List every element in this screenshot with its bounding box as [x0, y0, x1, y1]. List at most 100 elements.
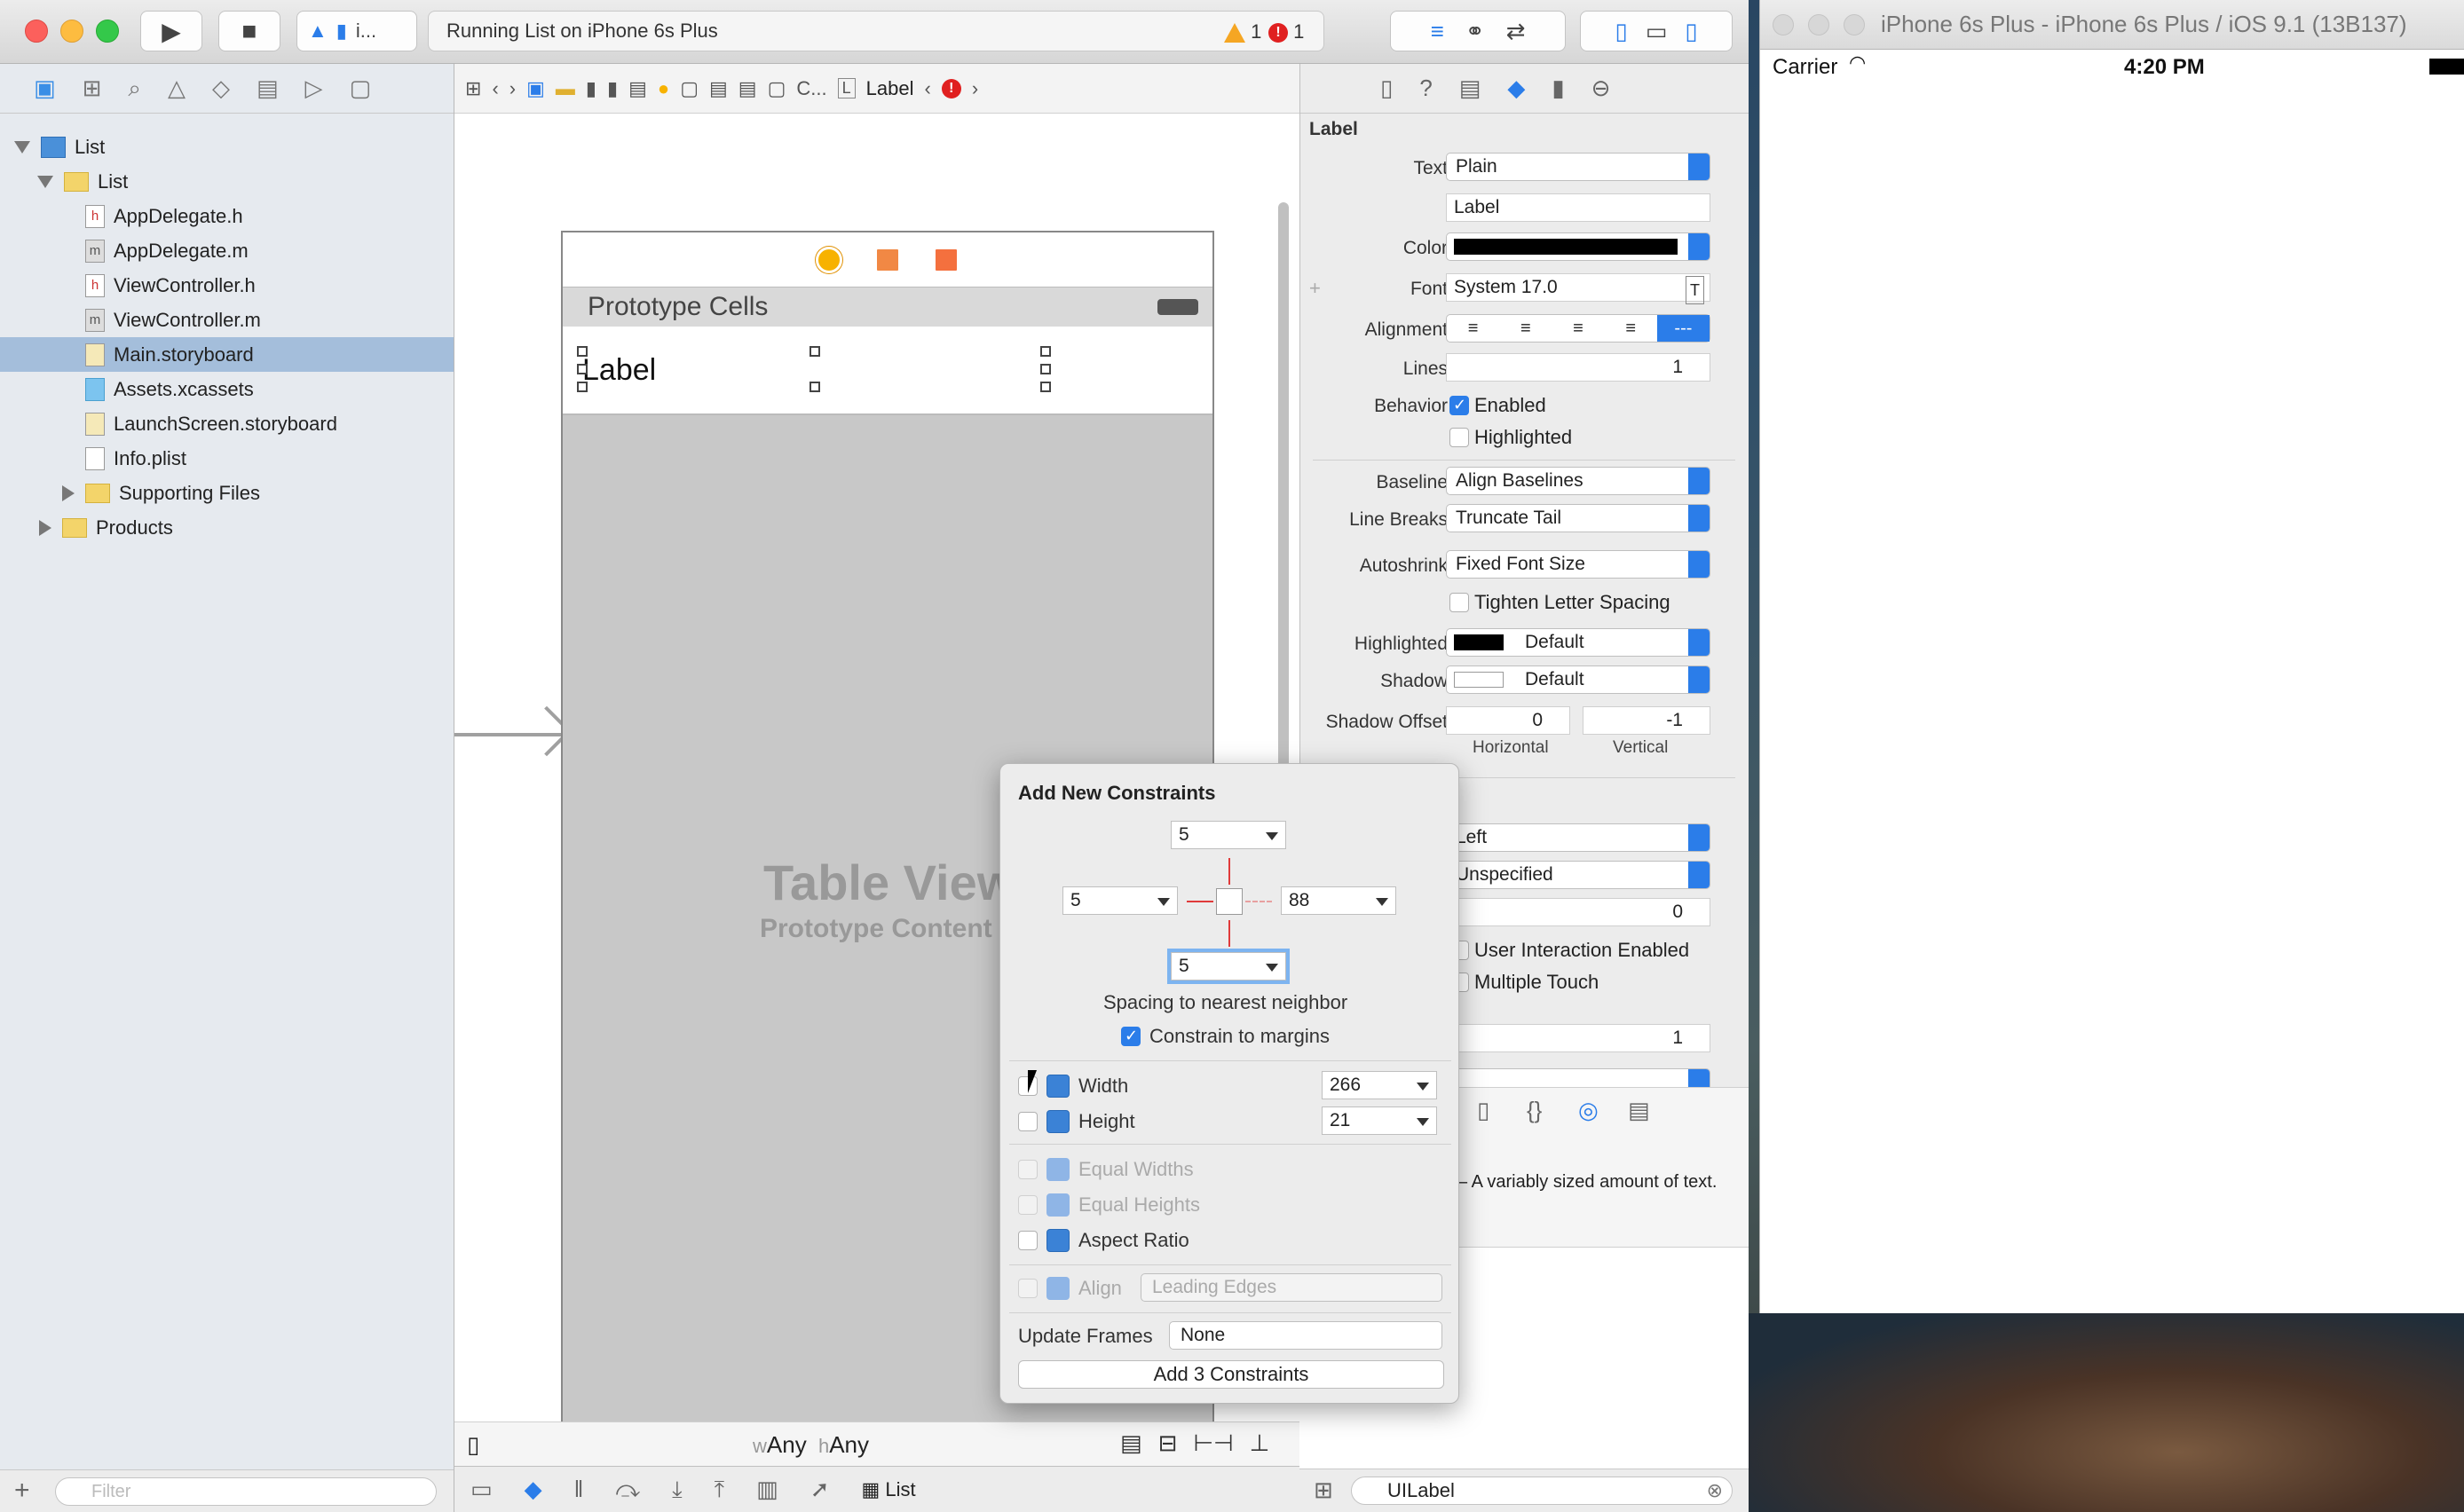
code-snippet-library-icon[interactable]: {}	[1527, 1097, 1542, 1124]
minimize-window-button[interactable]	[1808, 14, 1829, 35]
update-frames-popup[interactable]: None	[1169, 1321, 1442, 1350]
resize-handle[interactable]	[809, 346, 820, 357]
issue-navigator-icon[interactable]: △	[168, 75, 186, 102]
test-navigator-icon[interactable]: ◇	[212, 75, 230, 102]
breakpoints-toggle-icon[interactable]: ◆	[525, 1476, 542, 1503]
height-combo[interactable]: 21	[1322, 1106, 1437, 1135]
library-filter-input[interactable]: UILabel ⊗	[1351, 1477, 1733, 1505]
top-constraint-strut[interactable]	[1228, 858, 1230, 885]
disclosure-closed-icon[interactable]	[39, 519, 51, 536]
align-justify-icon[interactable]: ≡	[1605, 315, 1657, 342]
breadcrumb-view-icon[interactable]: ▤	[709, 77, 728, 100]
resolve-issues-icon[interactable]: ⊥	[1250, 1429, 1270, 1457]
width-combo[interactable]: 266	[1322, 1071, 1437, 1099]
grid-view-icon[interactable]: ⊞	[1314, 1477, 1333, 1504]
previous-issue-icon[interactable]: ‹	[924, 77, 930, 100]
trailing-spacing-combo[interactable]: 88	[1281, 886, 1396, 915]
view-toggle-segment[interactable]: ▯ ▭ ▯	[1580, 11, 1733, 51]
lines-stepper[interactable]: 1	[1446, 353, 1710, 382]
warning-indicator[interactable]: 1	[1224, 20, 1261, 43]
constrain-margins-checkbox[interactable]	[1121, 1027, 1141, 1046]
tighten-letter-spacing-checkbox[interactable]	[1449, 593, 1469, 612]
identity-inspector-icon[interactable]: ▤	[1459, 75, 1481, 102]
maximize-window-button[interactable]	[96, 20, 119, 43]
text-type-popup[interactable]: Plain	[1446, 153, 1710, 181]
breadcrumb-folder-icon[interactable]: ▬	[556, 77, 575, 100]
list-item[interactable]: Info.plist	[0, 441, 454, 476]
forward-arrow-icon[interactable]: ›	[509, 77, 516, 100]
baseline-popup[interactable]: Align Baselines	[1446, 467, 1710, 495]
error-indicator[interactable]: ! 1	[1268, 20, 1304, 43]
step-out-icon[interactable]: ⤒	[715, 1476, 725, 1504]
top-spacing-combo[interactable]: 5	[1171, 821, 1286, 849]
hide-debug-area-icon[interactable]: ▭	[470, 1476, 493, 1503]
height-checkbox[interactable]	[1018, 1112, 1038, 1131]
align-left-icon[interactable]: ≡	[1447, 315, 1499, 342]
shadow-offset-h-field[interactable]: 0	[1446, 706, 1570, 735]
line-breaks-popup[interactable]: Truncate Tail	[1446, 504, 1710, 532]
trailing-constraint-strut[interactable]	[1245, 901, 1272, 902]
stack-icon[interactable]: ▤	[1120, 1429, 1142, 1457]
scheme-selector[interactable]: ▲ ▮ i...	[296, 11, 417, 51]
disclosure-open-icon[interactable]	[14, 140, 30, 154]
resize-handle[interactable]	[809, 382, 820, 392]
list-item[interactable]: h ViewController.h	[0, 268, 454, 303]
disclosure-closed-icon[interactable]	[62, 484, 75, 501]
breadcrumb-label[interactable]: Label	[866, 77, 914, 100]
alpha-stepper[interactable]: 1	[1446, 1024, 1710, 1052]
minimize-window-button[interactable]	[60, 20, 83, 43]
connections-inspector-icon[interactable]: ⊖	[1591, 75, 1611, 102]
stop-button[interactable]: ■	[218, 11, 280, 51]
resize-handle[interactable]	[577, 346, 588, 357]
run-button[interactable]: ▶	[140, 11, 202, 51]
shadow-color-popup[interactable]: Default	[1446, 665, 1710, 694]
close-window-button[interactable]	[25, 20, 48, 43]
add-variation-icon[interactable]: +	[1309, 277, 1321, 300]
font-picker-icon[interactable]: T	[1686, 276, 1704, 304]
clear-search-icon[interactable]: ⊗	[1707, 1477, 1723, 1504]
breadcrumb-project-icon[interactable]: ▣	[526, 77, 545, 100]
file-template-library-icon[interactable]: ▯	[1477, 1097, 1489, 1124]
step-into-icon[interactable]: ⤓	[672, 1476, 683, 1504]
leading-spacing-combo[interactable]: 5	[1062, 886, 1178, 915]
equal-heights-checkbox[interactable]	[1018, 1195, 1038, 1215]
breadcrumb-cell-icon[interactable]: ▢	[768, 77, 786, 100]
attributes-inspector-icon[interactable]: ◆	[1507, 75, 1525, 102]
project-navigator-icon[interactable]: ▣	[34, 75, 56, 102]
assistant-editor-icon[interactable]: ⚭	[1465, 18, 1485, 45]
cell-label[interactable]: Label	[582, 353, 656, 388]
version-editor-icon[interactable]: ⇄	[1506, 18, 1526, 45]
size-inspector-icon[interactable]: ▮	[1552, 75, 1564, 102]
object-library-icon[interactable]: ◎	[1578, 1097, 1599, 1124]
enabled-checkbox[interactable]	[1449, 396, 1469, 415]
highlighted-color-popup[interactable]: Default	[1446, 628, 1710, 657]
alignment-segment[interactable]: ≡ ≡ ≡ ≡ ---	[1446, 314, 1710, 343]
navigator-filter-input[interactable]: Filter	[55, 1477, 437, 1506]
table-view-cell[interactable]: Label	[563, 327, 1212, 415]
toggle-navigator-icon[interactable]: ▯	[1615, 18, 1627, 45]
file-inspector-icon[interactable]: ▯	[1380, 75, 1393, 102]
list-item[interactable]: Products	[0, 510, 454, 545]
bottom-constraint-strut[interactable]	[1228, 920, 1230, 947]
aspect-ratio-checkbox[interactable]	[1018, 1231, 1038, 1250]
resize-handle[interactable]	[1040, 346, 1051, 357]
breadcrumb-label-icon[interactable]: L	[837, 78, 856, 98]
bottom-spacing-combo[interactable]: 5	[1171, 952, 1286, 980]
media-library-icon[interactable]: ▤	[1628, 1097, 1650, 1124]
document-outline-icon[interactable]: ▯	[467, 1431, 479, 1459]
highlighted-checkbox[interactable]	[1449, 428, 1469, 447]
standard-editor-icon[interactable]: ≡	[1431, 18, 1444, 45]
resize-handle[interactable]	[577, 364, 588, 374]
align-natural-icon[interactable]: ---	[1656, 315, 1710, 342]
breadcrumb-file-icon[interactable]: ▮	[586, 77, 596, 100]
list-item[interactable]: h AppDelegate.h	[0, 199, 454, 233]
breadcrumb-file-icon[interactable]: ▮	[607, 77, 618, 100]
step-over-icon[interactable]: ⤼	[615, 1476, 640, 1504]
size-class-selector[interactable]: wAny hAny	[753, 1431, 869, 1459]
resize-handle[interactable]	[1040, 364, 1051, 374]
breadcrumb-scene-icon[interactable]: ▤	[628, 77, 647, 100]
quick-help-icon[interactable]: ?	[1419, 75, 1432, 102]
related-items-icon[interactable]: ⊞	[465, 77, 481, 100]
breadcrumb-view-icon[interactable]: ▤	[738, 77, 757, 100]
equal-widths-checkbox[interactable]	[1018, 1160, 1038, 1179]
